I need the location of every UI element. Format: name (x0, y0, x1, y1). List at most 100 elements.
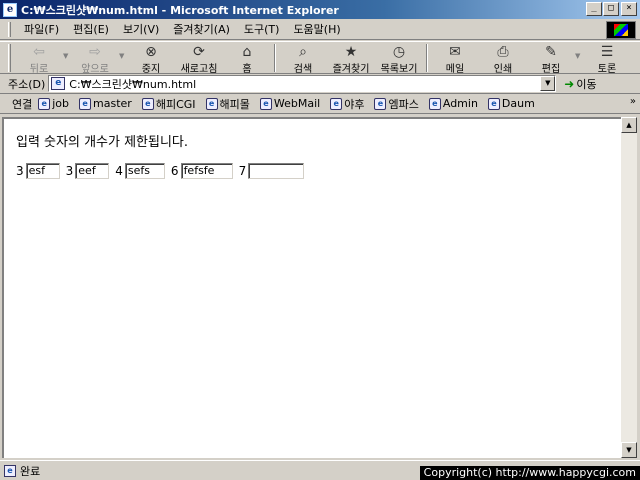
edit-dropdown-icon[interactable]: ▼ (575, 42, 583, 60)
field-limit-label: 3 (65, 164, 74, 178)
scroll-down-icon[interactable]: ▼ (621, 442, 637, 458)
favorites-button[interactable]: ★ 즐겨찾기 (327, 42, 375, 75)
history-icon: ◷ (392, 44, 406, 60)
discuss-icon: ☰ (600, 44, 614, 60)
refresh-label: 새로고침 (180, 64, 218, 75)
link-label: master (93, 97, 132, 110)
link-page-icon: e (330, 97, 343, 110)
link-page-icon: e (141, 97, 154, 110)
page-heading: 입력 숫자의 개수가 제한됩니다. (16, 135, 189, 150)
link-happycgi[interactable]: e 해피CGI (141, 96, 196, 112)
link-label: Admin (442, 97, 478, 110)
text-input-4[interactable]: fefsfe (180, 163, 233, 179)
close-icon[interactable]: × (621, 2, 637, 16)
ie-logo-icon: e (3, 2, 17, 17)
printer-icon: ⎙ (497, 44, 509, 60)
link-label: 해피몰 (219, 97, 250, 111)
edit-label: 편집 (541, 64, 561, 75)
search-label: 검색 (293, 64, 313, 75)
text-input-1[interactable]: esf (25, 163, 60, 179)
address-input[interactable]: e C:₩스크린샷₩num.html ▼ (48, 75, 557, 92)
standard-toolbar: ⇦ 뒤로 ▼ ⇨ 앞으로 ▼ ⊗ 중지 ⟳ 새로고침 ⌂ 홈 ⌕ 검색 ★ 즐겨… (0, 41, 640, 75)
field-limit-label: 6 (170, 164, 179, 178)
link-label: Daum (501, 97, 535, 110)
menu-help[interactable]: 도움말(H) (286, 21, 347, 37)
favorites-label: 즐겨찾기 (332, 64, 370, 75)
link-admin[interactable]: e Admin (428, 97, 478, 110)
mail-label: 메일 (445, 64, 465, 75)
field-limit-label: 3 (16, 164, 24, 178)
history-label: 목록보기 (380, 64, 418, 75)
text-input-3[interactable]: sefs (124, 163, 165, 179)
scroll-up-icon[interactable]: ▲ (621, 117, 637, 133)
toolbar-separator (274, 44, 276, 72)
title-bar: e C:₩스크린샷₩num.html - Microsoft Internet … (0, 0, 640, 19)
print-button[interactable]: ⎙ 인쇄 (479, 42, 527, 75)
field-limit-label: 7 (238, 164, 247, 178)
link-label: 엠파스 (388, 97, 419, 111)
links-more-icon[interactable]: » (630, 96, 636, 107)
menu-file[interactable]: 파일(F) (17, 21, 66, 37)
print-label: 인쇄 (493, 64, 513, 75)
go-label: 이동 (576, 77, 597, 91)
edit-document-icon: ✎ (545, 44, 557, 60)
link-page-icon: e (259, 97, 272, 110)
link-page-icon: e (205, 97, 218, 110)
toolbar-separator (426, 44, 428, 72)
search-icon: ⌕ (299, 44, 307, 60)
link-page-icon: e (79, 97, 92, 110)
discuss-button[interactable]: ☰ 토론 (583, 42, 631, 75)
text-input-5[interactable] (248, 163, 305, 179)
link-daum[interactable]: e Daum (487, 97, 535, 110)
address-label: 주소(D) (8, 77, 46, 91)
menu-favorites[interactable]: 즐겨찾기(A) (166, 21, 237, 37)
address-dropdown-icon[interactable]: ▼ (540, 76, 556, 91)
forward-button[interactable]: ⇨ 앞으로 (71, 42, 119, 75)
vertical-scrollbar[interactable]: ▲ ▼ (621, 117, 637, 458)
back-dropdown-icon[interactable]: ▼ (63, 42, 71, 60)
refresh-icon: ⟳ (193, 44, 205, 60)
back-arrow-icon: ⇦ (33, 44, 45, 60)
edit-button[interactable]: ✎ 편집 (527, 42, 575, 75)
forward-dropdown-icon[interactable]: ▼ (119, 42, 127, 60)
link-master[interactable]: e master (79, 97, 132, 110)
link-job[interactable]: e job (38, 97, 69, 110)
discuss-label: 토론 (597, 64, 617, 75)
link-happymall[interactable]: e 해피몰 (205, 96, 250, 112)
copyright-overlay: Copyright(c) http://www.happycgi.com (419, 466, 640, 480)
status-page-icon: e (4, 464, 16, 477)
maximize-icon[interactable]: □ (603, 2, 619, 16)
text-input-2[interactable]: eef (75, 163, 110, 179)
stop-icon: ⊗ (145, 44, 157, 60)
menu-tools[interactable]: 도구(T) (237, 21, 287, 37)
home-button[interactable]: ⌂ 홈 (223, 42, 271, 75)
back-label: 뒤로 (29, 64, 49, 75)
link-yahoo[interactable]: e 야후 (330, 96, 364, 112)
menu-view[interactable]: 보기(V) (116, 21, 166, 37)
back-button[interactable]: ⇦ 뒤로 (15, 42, 63, 75)
stop-label: 중지 (141, 64, 161, 75)
mail-icon: ✉ (449, 44, 461, 60)
stop-button[interactable]: ⊗ 중지 (127, 42, 175, 75)
refresh-button[interactable]: ⟳ 새로고침 (175, 42, 223, 75)
forward-arrow-icon: ⇨ (89, 44, 101, 60)
link-webmail[interactable]: e WebMail (259, 97, 320, 110)
history-button[interactable]: ◷ 목록보기 (375, 42, 423, 75)
links-bar: 연결 e job e master e 해피CGI e 해피몰 e WebMail e 야후… (0, 94, 640, 114)
link-page-icon: e (487, 97, 500, 110)
toolbar-grip[interactable] (8, 44, 11, 72)
link-page-icon: e (428, 97, 441, 110)
search-button[interactable]: ⌕ 검색 (279, 42, 327, 75)
go-arrow-icon: ➜ (564, 76, 575, 91)
link-empas[interactable]: e 엠파스 (374, 96, 419, 112)
menu-grip[interactable] (8, 21, 11, 37)
minimize-icon[interactable]: _ (586, 2, 602, 16)
menu-edit[interactable]: 편집(E) (66, 21, 116, 37)
windows-logo-icon (606, 21, 636, 39)
input-row: 3 esf 3 eef 4 sefs 6 fefsfe 7 (16, 163, 310, 179)
address-bar: 주소(D) e C:₩스크린샷₩num.html ▼ ➜ 이동 (0, 74, 640, 94)
go-button[interactable]: ➜ 이동 (564, 76, 596, 92)
mail-button[interactable]: ✉ 메일 (431, 42, 479, 75)
link-page-icon: e (38, 97, 51, 110)
link-page-icon: e (374, 97, 387, 110)
